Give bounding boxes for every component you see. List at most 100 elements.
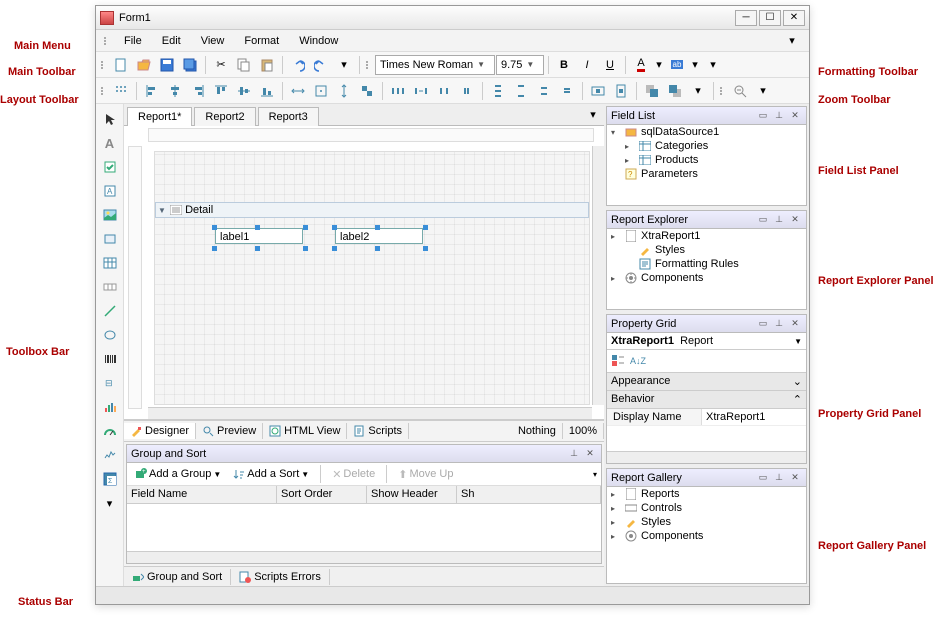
object-dropdown-icon[interactable]: ▼ — [794, 337, 802, 346]
pivotgrid-tool-icon[interactable]: Σ — [99, 468, 121, 490]
pin-icon[interactable]: ⊥ — [772, 213, 786, 227]
window-pos-icon[interactable]: ▭ — [756, 213, 770, 227]
explorer-components[interactable]: ▸Components — [607, 271, 806, 285]
close-button[interactable]: ✕ — [783, 10, 805, 26]
prop-cat-appearance[interactable]: Appearance⌄ — [607, 373, 806, 391]
explorer-formatting-rules[interactable]: Formatting Rules — [607, 257, 806, 271]
underline-icon[interactable]: U — [599, 54, 621, 76]
pointer-tool-icon[interactable] — [99, 108, 121, 130]
font-color-dropdown-icon[interactable]: ▾ — [653, 54, 665, 76]
horizontal-scrollbar[interactable] — [148, 407, 592, 419]
col-show-header[interactable]: Show Header — [367, 486, 457, 503]
bottom-tab-scripts-errors[interactable]: Scripts Errors — [231, 569, 330, 585]
same-size-icon[interactable] — [356, 80, 378, 102]
tab-report3[interactable]: Report3 — [258, 107, 319, 126]
close-panel-icon[interactable]: ✕ — [788, 471, 802, 485]
tab-report2[interactable]: Report2 — [194, 107, 255, 126]
panel-tool-icon[interactable] — [99, 228, 121, 250]
menu-window[interactable]: Window — [291, 33, 346, 49]
bring-front-icon[interactable] — [641, 80, 663, 102]
view-scripts[interactable]: Scripts — [347, 423, 409, 439]
sparkline-tool-icon[interactable] — [99, 444, 121, 466]
zoom-out-icon[interactable] — [729, 80, 751, 102]
hspace-dec-icon[interactable] — [433, 80, 455, 102]
vertical-scrollbar[interactable] — [592, 146, 604, 405]
layout-overflow-icon[interactable]: ▾ — [687, 80, 709, 102]
explorer-root[interactable]: ▸XtraReport1 — [607, 229, 806, 243]
gallery-reports[interactable]: ▸Reports — [607, 487, 806, 501]
window-pos-icon[interactable]: ▭ — [756, 317, 770, 331]
window-pos-icon[interactable]: ▭ — [756, 109, 770, 123]
highlight-dropdown-icon[interactable]: ▾ — [689, 54, 701, 76]
categorized-icon[interactable] — [609, 352, 627, 370]
maximize-button[interactable]: ☐ — [759, 10, 781, 26]
center-h-icon[interactable] — [587, 80, 609, 102]
label2-control[interactable]: label2 — [335, 228, 423, 244]
design-surface[interactable]: Detail label1 label2 — [124, 126, 604, 420]
report-canvas[interactable]: Detail label1 label2 — [154, 151, 590, 405]
close-panel-icon[interactable]: ✕ — [788, 109, 802, 123]
font-color-icon[interactable]: A — [630, 54, 652, 76]
size-to-grid-icon[interactable] — [310, 80, 332, 102]
chart-tool-icon[interactable] — [99, 396, 121, 418]
label-tool-icon[interactable]: A — [99, 132, 121, 154]
copy-icon[interactable] — [233, 54, 255, 76]
add-sort-button[interactable]: Add a Sort▼ — [229, 467, 313, 481]
open-icon[interactable] — [133, 54, 155, 76]
prop-cat-behavior[interactable]: Behavior⌃ — [607, 391, 806, 409]
zoom-level[interactable]: 100% — [563, 423, 604, 439]
pin-icon[interactable]: ⊥ — [567, 447, 581, 461]
font-combo[interactable]: Times New Roman▼ — [375, 55, 495, 75]
propgrid-scroll[interactable] — [607, 451, 806, 463]
line-tool-icon[interactable] — [99, 300, 121, 322]
vspace-remove-icon[interactable] — [556, 80, 578, 102]
hspace-equal-icon[interactable] — [387, 80, 409, 102]
shape-tool-icon[interactable] — [99, 324, 121, 346]
zipcode-tool-icon[interactable]: ⊟ — [99, 372, 121, 394]
add-group-button[interactable]: +Add a Group▼ — [131, 467, 225, 481]
zoom-overflow-icon[interactable]: ▾ — [752, 80, 774, 102]
menu-edit[interactable]: Edit — [154, 33, 189, 49]
tab-report1[interactable]: Report1* — [127, 107, 192, 126]
checkbox-tool-icon[interactable] — [99, 156, 121, 178]
gauge-tool-icon[interactable] — [99, 420, 121, 442]
font-size-combo[interactable]: 9.75▼ — [496, 55, 544, 75]
toolbox-scroll-icon[interactable]: ▾ — [99, 492, 121, 514]
character-comb-tool-icon[interactable] — [99, 276, 121, 298]
detail-band-header[interactable]: Detail — [155, 202, 589, 218]
new-icon[interactable] — [110, 54, 132, 76]
group-sort-hscroll[interactable] — [127, 551, 601, 563]
alphabetical-icon[interactable]: A↓Z — [629, 352, 647, 370]
hspace-remove-icon[interactable] — [456, 80, 478, 102]
same-height-icon[interactable] — [333, 80, 355, 102]
toolbar-overflow-icon[interactable]: ▾ — [333, 54, 355, 76]
vspace-dec-icon[interactable] — [533, 80, 555, 102]
label1-control[interactable]: label1 — [215, 228, 303, 244]
send-back-icon[interactable] — [664, 80, 686, 102]
paste-icon[interactable] — [256, 54, 278, 76]
highlight-icon[interactable]: ab — [666, 54, 688, 76]
center-v-icon[interactable] — [610, 80, 632, 102]
pin-icon[interactable]: ⊥ — [772, 471, 786, 485]
italic-icon[interactable]: I — [576, 54, 598, 76]
view-designer[interactable]: Designer — [124, 423, 196, 439]
redo-icon[interactable] — [310, 54, 332, 76]
pin-icon[interactable]: ⊥ — [772, 317, 786, 331]
col-sh[interactable]: Sh — [457, 486, 601, 503]
field-list-parameters[interactable]: ?Parameters — [607, 167, 806, 181]
align-left-icon[interactable] — [141, 80, 163, 102]
richtext-tool-icon[interactable]: A — [99, 180, 121, 202]
view-preview[interactable]: Preview — [196, 423, 263, 439]
view-html[interactable]: HTML View — [263, 423, 347, 439]
explorer-styles[interactable]: Styles — [607, 243, 806, 257]
prop-display-name-value[interactable]: XtraReport1 — [702, 409, 806, 425]
bold-icon[interactable]: B — [553, 54, 575, 76]
save-icon[interactable] — [156, 54, 178, 76]
undo-icon[interactable] — [287, 54, 309, 76]
col-field-name[interactable]: Field Name — [127, 486, 277, 503]
gallery-styles[interactable]: ▸Styles — [607, 515, 806, 529]
gallery-controls[interactable]: ▸Controls — [607, 501, 806, 515]
save-all-icon[interactable] — [179, 54, 201, 76]
bottom-tab-groupsort[interactable]: Group and Sort — [124, 569, 231, 585]
table-tool-icon[interactable] — [99, 252, 121, 274]
